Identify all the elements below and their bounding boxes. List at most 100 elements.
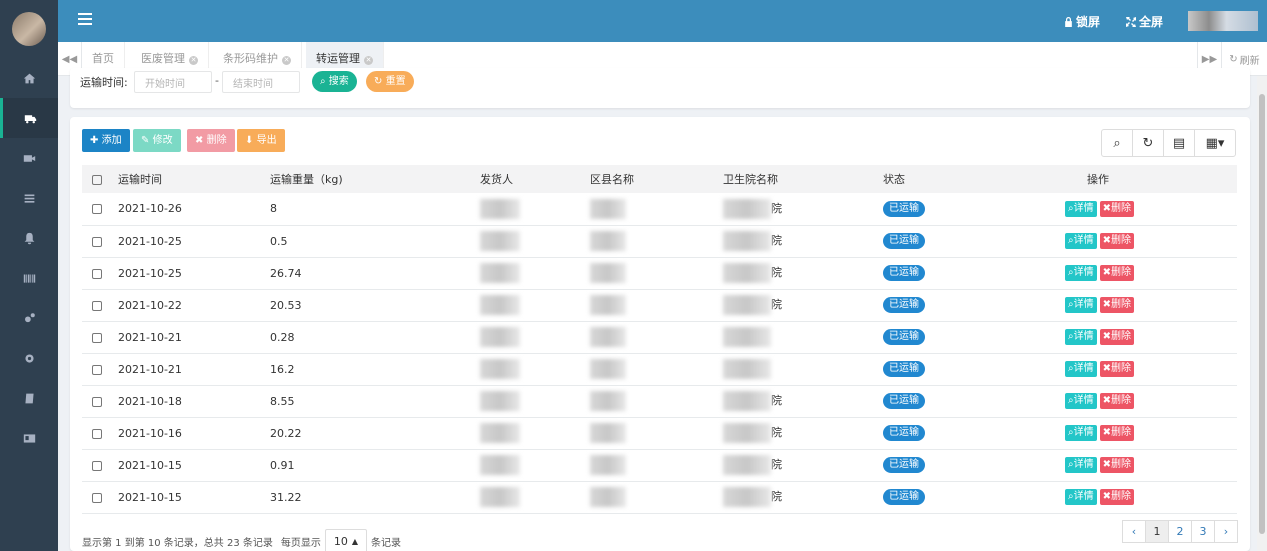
refresh-icon[interactable]: ↻	[1132, 129, 1164, 157]
table-row[interactable]: 2021-10-21 0.28 已运输 ⌕详情 ✖删除	[82, 321, 1237, 353]
row-delete-button[interactable]: ✖删除	[1099, 393, 1134, 409]
list-icon[interactable]	[0, 178, 58, 218]
table-tools: ⌕ ↻ ▤ ▦▾	[1101, 129, 1236, 157]
row-delete-button[interactable]: ✖删除	[1099, 457, 1134, 473]
table-row[interactable]: 2021-10-25 0.5 院已运输 ⌕详情 ✖删除	[82, 225, 1237, 257]
actions-cell: ⌕详情 ✖删除	[1053, 321, 1237, 353]
table-row[interactable]: 2021-10-15 0.91 院已运输 ⌕详情 ✖删除	[82, 449, 1237, 481]
close-icon[interactable]: ✕	[189, 56, 198, 65]
row-checkbox[interactable]	[92, 268, 102, 279]
status-cell: 已运输	[883, 321, 1053, 353]
page-1-button[interactable]: 1	[1145, 520, 1169, 543]
row-checkbox[interactable]	[92, 364, 102, 375]
detail-button[interactable]: ⌕详情	[1065, 393, 1097, 409]
row-delete-label: 删除	[1111, 299, 1131, 310]
row-checkbox[interactable]	[92, 332, 102, 343]
hospital-suffix: 院	[771, 394, 782, 407]
select-all-checkbox[interactable]	[92, 174, 102, 185]
reset-button[interactable]: ↻ 重置	[366, 71, 414, 92]
col-transport-time[interactable]: 运输时间	[106, 165, 270, 193]
add-button-label: 添加	[101, 135, 122, 146]
lock-icon	[1065, 16, 1072, 27]
home-icon[interactable]	[0, 58, 58, 98]
detail-button[interactable]: ⌕详情	[1065, 233, 1097, 249]
lock-screen-button[interactable]: 锁屏	[1064, 13, 1100, 30]
table-row[interactable]: 2021-10-26 8 院已运输 ⌕详情 ✖删除	[82, 193, 1237, 225]
page-scrollbar[interactable]	[1257, 76, 1267, 551]
row-delete-button[interactable]: ✖删除	[1099, 200, 1134, 217]
page-2-button[interactable]: 2	[1168, 520, 1192, 543]
barcode-icon[interactable]	[0, 258, 58, 298]
row-checkbox[interactable]	[92, 204, 102, 215]
search-button[interactable]: ⌕ 搜索	[312, 71, 357, 92]
close-icon[interactable]: ✕	[364, 56, 373, 65]
col-weight[interactable]: 运输重量（kg)	[270, 165, 480, 193]
fullscreen-button[interactable]: 全屏	[1126, 13, 1163, 30]
table-row[interactable]: 2021-10-22 20.53 院已运输 ⌕详情 ✖删除	[82, 289, 1237, 321]
toggle-view-icon[interactable]: ▤	[1163, 129, 1195, 157]
detail-button[interactable]: ⌕详情	[1065, 489, 1097, 505]
table-row[interactable]: 2021-10-25 26.74 院已运输 ⌕详情 ✖删除	[82, 257, 1237, 289]
cogs-icon[interactable]	[0, 298, 58, 338]
user-menu[interactable]	[1188, 11, 1258, 31]
table-row[interactable]: 2021-10-21 16.2 已运输 ⌕详情 ✖删除	[82, 353, 1237, 385]
row-delete-button[interactable]: ✖删除	[1099, 425, 1134, 441]
user-avatar-area[interactable]	[0, 0, 58, 58]
close-icon[interactable]: ✕	[282, 56, 291, 65]
row-checkbox[interactable]	[92, 236, 102, 247]
status-cell: 已运输	[883, 289, 1053, 321]
col-district[interactable]: 区县名称	[590, 165, 723, 193]
detail-button[interactable]: ⌕详情	[1065, 265, 1097, 281]
next-page-button[interactable]: ›	[1214, 520, 1238, 543]
detail-button[interactable]: ⌕详情	[1065, 297, 1097, 313]
col-sender[interactable]: 发货人	[480, 165, 590, 193]
row-delete-button[interactable]: ✖删除	[1099, 233, 1134, 249]
row-checkbox[interactable]	[92, 460, 102, 471]
export-button[interactable]: ⬇ 导出	[237, 129, 285, 152]
end-time-input[interactable]: 结束时间	[222, 71, 300, 93]
table-row[interactable]: 2021-10-15 31.22 院已运输 ⌕详情 ✖删除	[82, 481, 1237, 513]
district-cell	[590, 481, 723, 513]
book-icon[interactable]	[0, 378, 58, 418]
search-toggle-icon[interactable]: ⌕	[1101, 129, 1133, 157]
detail-button[interactable]: ⌕详情	[1065, 457, 1097, 473]
sender-cell	[480, 449, 590, 481]
row-checkbox[interactable]	[92, 300, 102, 311]
scrollbar-thumb[interactable]	[1259, 94, 1265, 534]
detail-button[interactable]: ⌕详情	[1065, 361, 1097, 377]
row-delete-button[interactable]: ✖删除	[1099, 361, 1134, 377]
row-checkbox[interactable]	[92, 492, 102, 503]
row-delete-label: 删除	[1111, 491, 1131, 502]
row-checkbox[interactable]	[92, 428, 102, 439]
id-card-icon[interactable]	[0, 418, 58, 458]
row-checkbox[interactable]	[92, 396, 102, 407]
add-button[interactable]: ✚ 添加	[82, 129, 130, 152]
district-cell	[590, 449, 723, 481]
edit-button[interactable]: ✎ 修改	[133, 129, 181, 152]
truck-icon[interactable]	[0, 98, 58, 138]
row-delete-button[interactable]: ✖删除	[1099, 329, 1134, 345]
table-row[interactable]: 2021-10-18 8.55 院已运输 ⌕详情 ✖删除	[82, 385, 1237, 417]
detail-button[interactable]: ⌕详情	[1065, 425, 1097, 441]
columns-icon[interactable]: ▦▾	[1194, 129, 1236, 157]
tab-label: 首页	[92, 52, 114, 65]
col-status[interactable]: 状态	[883, 165, 1053, 193]
row-delete-button[interactable]: ✖删除	[1099, 489, 1134, 505]
page-size-select[interactable]: 10 ▲	[324, 529, 368, 551]
detail-button[interactable]: ⌕详情	[1065, 329, 1097, 345]
row-delete-button[interactable]: ✖删除	[1099, 265, 1134, 281]
start-time-input[interactable]: 开始时间	[134, 71, 212, 93]
row-delete-button[interactable]: ✖删除	[1099, 297, 1134, 313]
table-row[interactable]: 2021-10-16 20.22 院已运输 ⌕详情 ✖删除	[82, 417, 1237, 449]
delete-button[interactable]: ✖ 删除	[187, 129, 235, 152]
hospital-cell	[723, 353, 883, 385]
gear-icon[interactable]	[0, 338, 58, 378]
bell-icon[interactable]	[0, 218, 58, 258]
menu-toggle-icon[interactable]	[78, 13, 92, 27]
video-camera-icon[interactable]	[0, 138, 58, 178]
avatar[interactable]	[12, 12, 46, 46]
page-3-button[interactable]: 3	[1191, 520, 1215, 543]
prev-page-button[interactable]: ‹	[1122, 520, 1146, 543]
detail-button[interactable]: ⌕详情	[1065, 200, 1097, 217]
col-hospital[interactable]: 卫生院名称	[723, 165, 883, 193]
